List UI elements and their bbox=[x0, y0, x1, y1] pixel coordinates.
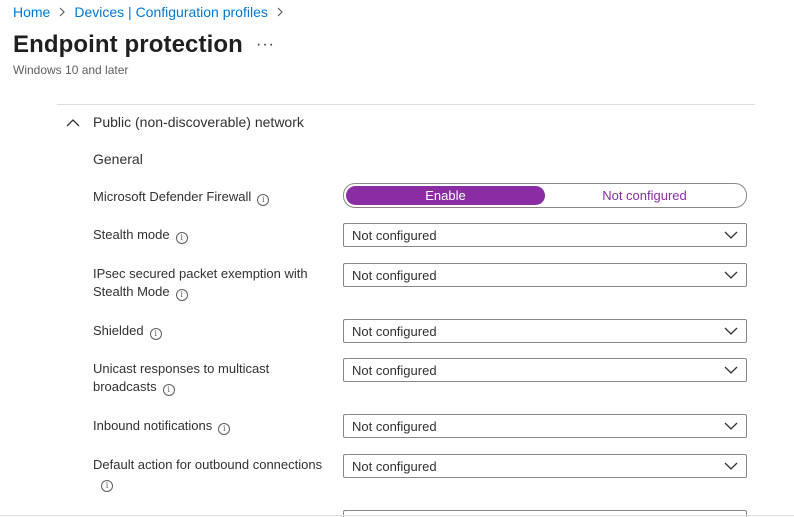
chevron-right-icon bbox=[276, 7, 284, 17]
breadcrumb: Home Devices | Configuration profiles bbox=[13, 4, 292, 20]
page-title: Endpoint protection bbox=[13, 31, 243, 58]
section-header-public-network[interactable]: Public (non-discoverable) network bbox=[66, 114, 304, 130]
firewall-label-text: Microsoft Defender Firewall bbox=[93, 189, 252, 204]
chevron-down-icon bbox=[724, 271, 738, 279]
outbound-label-text: Default action for outbound connections bbox=[93, 457, 323, 472]
inbound-dropdown[interactable]: Not configured bbox=[343, 414, 747, 438]
dropdown-value: Not configured bbox=[352, 323, 437, 339]
unicast-label-line1: Unicast responses to multicast bbox=[93, 361, 270, 376]
shielded-dropdown[interactable]: Not configured bbox=[343, 319, 747, 343]
ipsec-label-line1: IPsec secured packet exemption with bbox=[93, 266, 308, 281]
ipsec-label-line2: Stealth Mode bbox=[93, 284, 170, 299]
chevron-down-icon bbox=[724, 366, 738, 374]
chevron-up-icon bbox=[66, 118, 80, 126]
unicast-label-line2: broadcasts bbox=[93, 379, 157, 394]
unicast-dropdown[interactable]: Not configured bbox=[343, 358, 747, 382]
dropdown-value: Not configured bbox=[352, 458, 437, 474]
toggle-option-not-configured[interactable]: Not configured bbox=[545, 186, 744, 205]
setting-label-unicast: Unicast responses to multicast broadcast… bbox=[93, 360, 333, 396]
ipsec-dropdown[interactable]: Not configured bbox=[343, 263, 747, 287]
outbound-dropdown[interactable]: Not configured bbox=[343, 454, 747, 478]
dropdown-value: Not configured bbox=[352, 227, 437, 243]
stealth-mode-label-text: Stealth mode bbox=[93, 227, 170, 242]
section-title: Public (non-discoverable) network bbox=[93, 114, 304, 130]
firewall-toggle[interactable]: Enable Not configured bbox=[343, 183, 747, 208]
setting-label-inbound: Inbound notifications i bbox=[93, 417, 333, 435]
dropdown-value: Not configured bbox=[352, 267, 437, 283]
group-label-general: General bbox=[93, 151, 143, 167]
info-icon[interactable]: i bbox=[175, 289, 188, 301]
dropdown-value: Not configured bbox=[352, 418, 437, 434]
info-icon[interactable]: i bbox=[149, 328, 162, 340]
more-options-button[interactable]: ··· bbox=[256, 36, 275, 54]
shielded-label-text: Shielded bbox=[93, 323, 144, 338]
inbound-label-text: Inbound notifications bbox=[93, 418, 213, 433]
chevron-down-icon bbox=[724, 462, 738, 470]
setting-label-outbound: Default action for outbound connections … bbox=[93, 456, 338, 492]
page-subtitle: Windows 10 and later bbox=[13, 63, 129, 77]
toggle-option-enable[interactable]: Enable bbox=[346, 186, 545, 205]
chevron-down-icon bbox=[724, 327, 738, 335]
setting-label-firewall: Microsoft Defender Firewall i bbox=[93, 188, 333, 206]
info-icon[interactable]: i bbox=[162, 384, 175, 396]
chevron-down-icon bbox=[724, 231, 738, 239]
setting-label-ipsec: IPsec secured packet exemption with Stea… bbox=[93, 265, 333, 301]
info-icon[interactable]: i bbox=[218, 423, 231, 435]
stealth-mode-dropdown[interactable]: Not configured bbox=[343, 223, 747, 247]
setting-label-shielded: Shielded i bbox=[93, 322, 333, 340]
bottom-divider bbox=[0, 515, 794, 516]
breadcrumb-configuration-profiles-link[interactable]: Devices | Configuration profiles bbox=[74, 4, 268, 20]
section-divider bbox=[57, 104, 755, 105]
breadcrumb-home-link[interactable]: Home bbox=[13, 4, 50, 20]
info-icon[interactable]: i bbox=[257, 194, 270, 206]
dropdown-value: Not configured bbox=[352, 362, 437, 378]
info-icon[interactable]: i bbox=[101, 480, 113, 492]
chevron-right-icon bbox=[58, 7, 66, 17]
chevron-down-icon bbox=[724, 422, 738, 430]
info-icon[interactable]: i bbox=[175, 232, 188, 244]
setting-label-stealth-mode: Stealth mode i bbox=[93, 226, 333, 244]
